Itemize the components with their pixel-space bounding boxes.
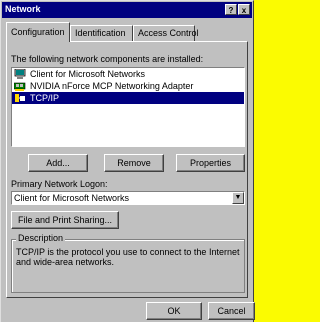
file-print-sharing-button[interactable]: File and Print Sharing... (11, 211, 119, 229)
tab-configuration[interactable]: Configuration (6, 22, 70, 42)
window-title: Network (5, 4, 41, 14)
list-item-adapter[interactable]: NVIDIA nForce MCP Networking Adapter (12, 80, 244, 92)
list-item-tcpip[interactable]: TCP/IP (12, 92, 244, 104)
tab-access-control-label: Access Control (138, 28, 199, 38)
remove-button[interactable]: Remove (104, 154, 164, 172)
description-title: Description (16, 233, 66, 243)
logon-select[interactable]: Client for Microsoft Networks ▼ (11, 191, 245, 205)
description-group: Description TCP/IP is the protocol you u… (11, 233, 245, 293)
ok-button[interactable]: OK (146, 302, 202, 320)
logon-label: Primary Network Logon: (11, 179, 108, 189)
cancel-button[interactable]: Cancel (208, 302, 255, 320)
adapter-icon (14, 82, 26, 91)
tab-access-control[interactable]: Access Control (133, 25, 199, 41)
protocol-icon (15, 94, 25, 102)
logon-value: Client for Microsoft Networks (14, 193, 130, 203)
add-button[interactable]: Add... (28, 154, 88, 172)
help-button[interactable]: ? (225, 4, 237, 15)
close-button[interactable]: x (238, 4, 250, 15)
list-item-label: Client for Microsoft Networks (30, 69, 146, 79)
components-list[interactable]: Client for Microsoft Networks NVIDIA nFo… (11, 67, 245, 147)
title-bar[interactable]: Network ? x (2, 2, 252, 18)
description-text: TCP/IP is the protocol you use to connec… (16, 247, 240, 267)
list-item-label: TCP/IP (30, 93, 60, 103)
client-icon (14, 69, 26, 79)
properties-button[interactable]: Properties (176, 154, 245, 172)
tab-configuration-label: Configuration (11, 27, 65, 37)
list-item-client[interactable]: Client for Microsoft Networks (12, 68, 244, 80)
components-label: The following network components are ins… (11, 54, 204, 64)
network-dialog: Network ? x Configuration Identification… (0, 0, 255, 322)
tab-identification[interactable]: Identification (70, 25, 133, 41)
tab-identification-label: Identification (75, 28, 126, 38)
dialog-footer: OK Cancel (1, 299, 255, 322)
chevron-down-icon[interactable]: ▼ (232, 192, 244, 204)
list-item-label: NVIDIA nForce MCP Networking Adapter (30, 81, 194, 91)
